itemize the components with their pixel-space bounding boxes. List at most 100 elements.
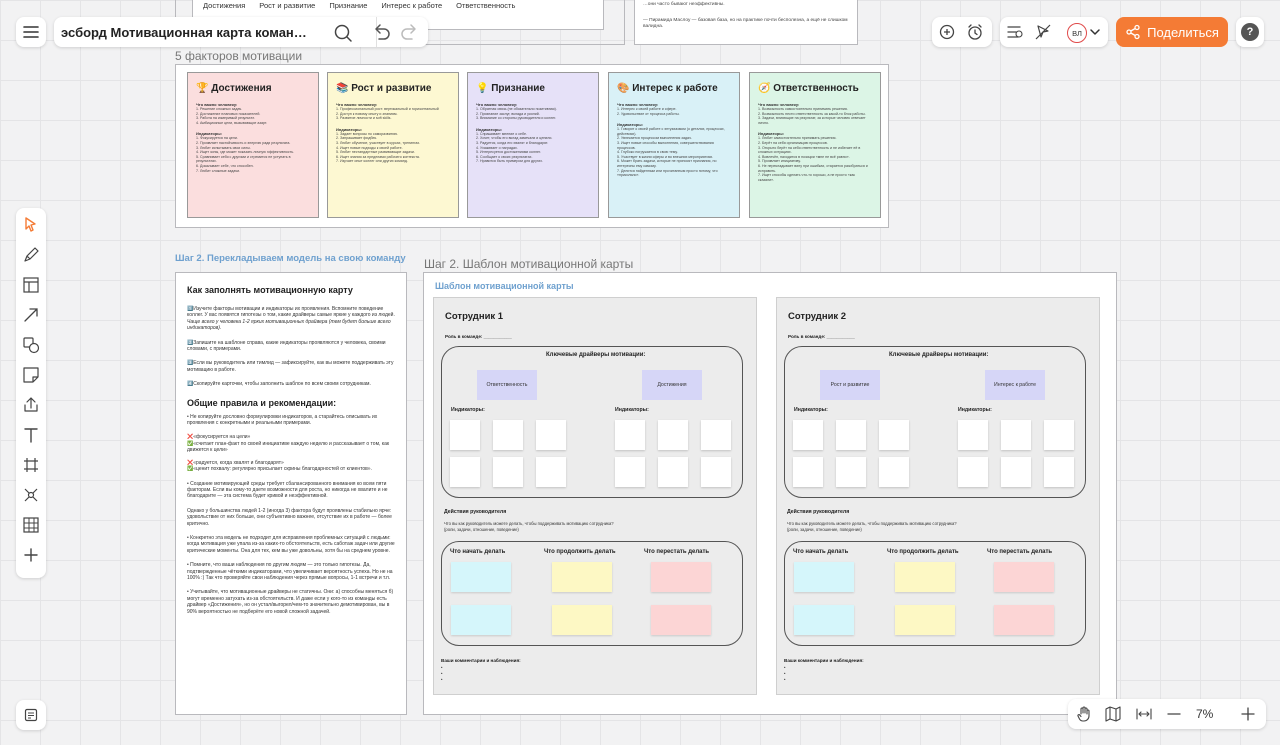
start-sticky[interactable] [794,562,854,592]
continue-sticky[interactable] [895,562,955,592]
indicator-sticky[interactable] [836,420,866,450]
table-tool[interactable] [21,515,41,535]
zoom-out-button[interactable] [1164,704,1184,724]
driver-sticky[interactable]: Ответственность [477,370,537,400]
indicator-sticky[interactable] [658,420,688,450]
indicator-sticky[interactable] [450,420,480,450]
arrow-tool[interactable] [21,305,41,325]
help-button[interactable]: ? [1236,17,1264,47]
continue-sticky[interactable] [552,605,612,635]
indicators-label: Индикаторы: [958,407,992,413]
indicator-sticky[interactable] [1001,457,1031,487]
indicator-sticky[interactable] [879,420,909,450]
indicator-sticky[interactable] [793,420,823,450]
mindmap-tool[interactable] [21,485,41,505]
top-right-stub-frame[interactable]: …они часто бывают неэффективны. — Пирами… [634,0,858,45]
continue-sticky[interactable] [895,605,955,635]
start-sticky[interactable] [451,605,511,635]
sticky-note-tool[interactable] [21,365,41,385]
stop-sticky[interactable] [994,562,1054,592]
timer-button[interactable] [965,22,985,42]
plus-circle-icon [939,24,955,40]
indicator-sticky[interactable] [493,420,523,450]
continue-sticky[interactable] [552,562,612,592]
indicator-sticky[interactable] [701,457,731,487]
driver-sticky[interactable]: Рост и развитие [820,370,880,400]
stop-sticky[interactable] [651,605,711,635]
upload-icon [24,397,38,412]
undo-button[interactable] [370,22,392,44]
avatar-dropdown[interactable] [1089,27,1101,37]
rule-10: • Учитывайте, что мотивационные драйверы… [187,589,394,615]
text-icon [24,428,38,443]
indicator-sticky[interactable] [615,457,645,487]
col-stop-label: Что перестать делать [644,549,710,555]
start-sticky[interactable] [451,562,511,592]
factor-card[interactable]: 📚 Рост и развитие Что важно человеку: 1. П… [327,72,459,218]
shapes-icon [23,337,40,354]
indicator-sticky[interactable] [450,457,480,487]
indicator-sticky[interactable] [536,420,566,450]
factor-card[interactable]: 💡 Признание Что важно человеку: 1. Обратна… [467,72,599,218]
shapes-tool[interactable] [21,335,41,355]
stop-sticky[interactable] [994,605,1054,635]
pan-hand-button[interactable] [1074,704,1094,724]
indicator-sticky[interactable] [658,457,688,487]
indicator-sticky[interactable] [958,420,988,450]
user-avatar[interactable]: ВЛ [1067,23,1087,43]
factor-indicator-item: 3. Ищет новые способы выполнения, соверш… [617,140,714,150]
indicator-sticky[interactable] [1001,420,1031,450]
fit-width-button[interactable] [1134,704,1154,724]
indicator-sticky[interactable] [615,420,645,450]
zoom-in-button[interactable] [1238,704,1258,724]
factor-card[interactable]: 🎨 Интерес к работе Что важно человеку: 1. … [608,72,740,218]
indicator-sticky[interactable] [493,457,523,487]
upload-tool[interactable] [21,395,41,415]
indicator-sticky[interactable] [701,420,731,450]
rule-7: Однако у большинства людей 1-2 (иногда 3… [187,507,392,527]
indicator-sticky[interactable] [793,457,823,487]
col-start-label: Что начать делать [793,549,849,555]
redo-button[interactable] [399,22,421,44]
notes-icon [24,708,38,722]
factor-important-item: 2. Удовольствие от процесса работы. [617,111,680,116]
driver-sticky[interactable]: Достижения [642,370,702,400]
select-tool[interactable] [21,215,41,235]
actions-title: Действия руководителя [444,509,507,515]
zoom-level[interactable]: 7% [1196,707,1213,721]
indicator-sticky[interactable] [958,457,988,487]
add-reaction-button[interactable] [937,22,957,42]
template-frame-title: Шаг 2. Шаблон мотивационной карты [424,257,634,271]
instructions-title: Как заполнять мотивационную карту [187,285,353,295]
indicator-sticky[interactable] [1044,420,1074,450]
indicator-sticky[interactable] [536,457,566,487]
table-icon [23,517,39,533]
driver-sticky[interactable]: Интерес к работе [985,370,1045,400]
notes-button[interactable] [16,700,46,730]
comments-label: Ваши комментарии и наблюдения: [441,658,521,663]
stop-sticky[interactable] [651,562,711,592]
cursor-follow-button[interactable] [1033,22,1053,42]
main-menu-button[interactable] [16,17,46,47]
presentation-button[interactable] [1004,22,1024,42]
search-button[interactable] [332,22,354,44]
role-label: Роль в команде: ___________ [788,334,855,339]
template-tool[interactable] [21,275,41,295]
indicator-sticky[interactable] [1044,457,1074,487]
more-tools-button[interactable] [21,545,41,565]
frame-tool[interactable] [21,455,41,475]
indicator-sticky[interactable] [836,457,866,487]
map-icon [1105,706,1121,722]
share-icon [1126,24,1140,40]
share-button[interactable]: Поделиться [1116,17,1228,47]
minimap-button[interactable] [1103,704,1123,724]
instructions-frame[interactable]: Как заполнять мотивационную карту 1️⃣Изу… [175,272,407,715]
text-tool[interactable] [21,425,41,445]
indicator-sticky[interactable] [879,457,909,487]
start-sticky[interactable] [794,605,854,635]
factor-card[interactable]: 🧭 Ответственность Что важно человеку: 1. В… [749,72,881,218]
pen-tool[interactable] [21,245,41,265]
factor-card[interactable]: 🏆 Достижения Что важно человеку: 1. Решени… [187,72,319,218]
board-title[interactable]: эсборд Мотивационная карта коман… [61,25,319,40]
factor-indicator-item: 7. Нравится быть примером для других. [476,159,544,164]
